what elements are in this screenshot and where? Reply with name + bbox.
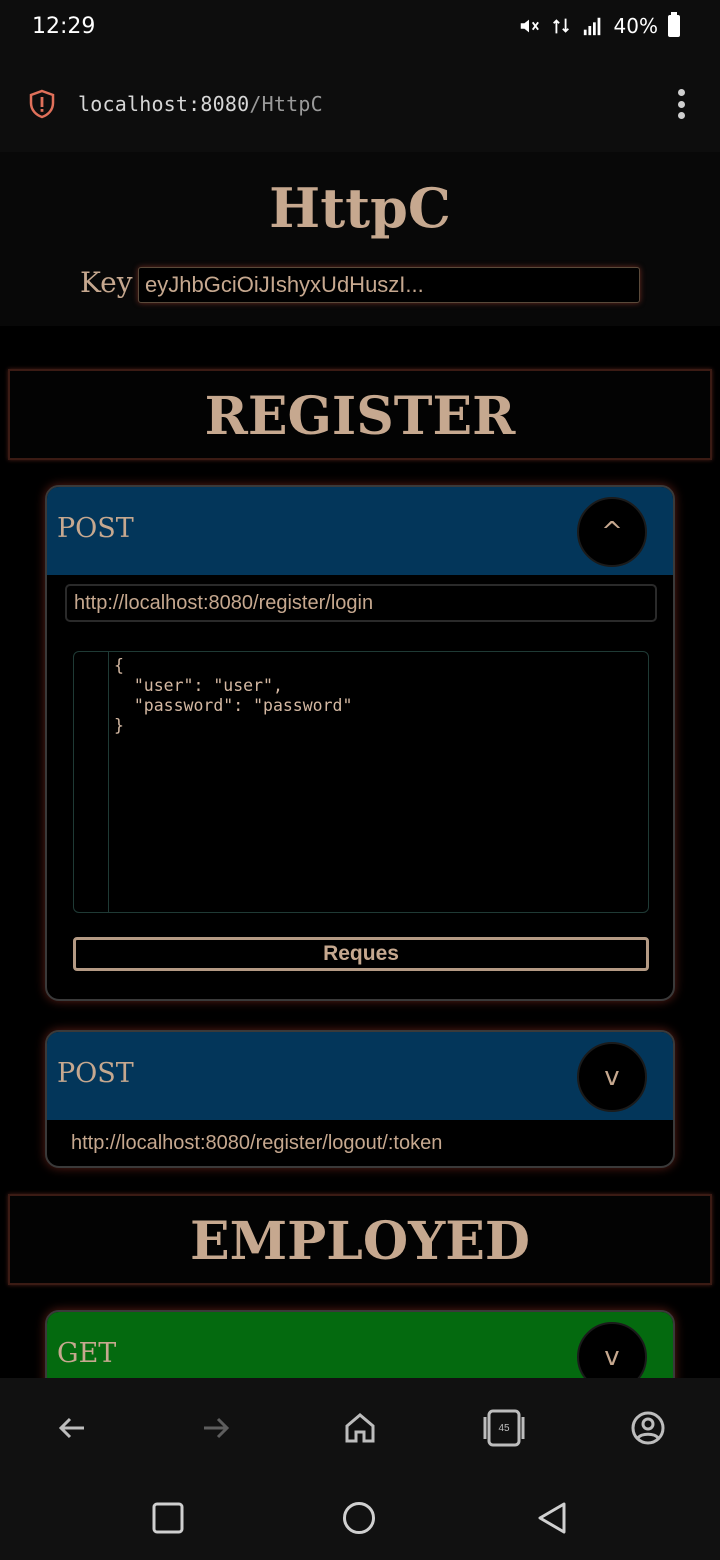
page-header: HttpC Key — [0, 152, 720, 326]
mute-icon — [520, 19, 539, 33]
tabs-icon[interactable]: 45 — [482, 1406, 526, 1450]
tab-count: 45 — [498, 1422, 510, 1434]
request-card-login: POST ^ { "user": "user", "password": "pa… — [45, 485, 675, 1001]
page-title: HttpC — [269, 176, 451, 240]
battery-percent: 40% — [613, 14, 658, 38]
battery-icon — [668, 12, 680, 37]
url-path: /HttpC — [249, 92, 323, 116]
request-body-code: { "user": "user", "password": "password"… — [114, 656, 353, 735]
endpoint-url-text: http://localhost:8080/register/logout/:t… — [71, 1132, 443, 1154]
signal-icon — [583, 17, 600, 36]
recents-icon[interactable] — [152, 1502, 184, 1534]
section-employed: EMPLOYED — [8, 1194, 712, 1285]
data-icon — [552, 18, 569, 34]
browser-url-bar: localhost:8080/HttpC — [0, 56, 720, 152]
editor-gutter — [74, 652, 109, 912]
status-bar: 12:29 40% — [0, 0, 720, 56]
home-icon[interactable] — [338, 1406, 382, 1450]
account-icon[interactable] — [626, 1406, 670, 1450]
system-nav-bar — [0, 1476, 720, 1560]
method-label: POST — [57, 1058, 134, 1089]
back-triangle-icon[interactable] — [536, 1501, 568, 1535]
browser-bottom-nav: 45 — [0, 1378, 720, 1476]
shield-alert-icon[interactable] — [28, 89, 56, 119]
status-icons: 40% — [518, 12, 680, 38]
key-label: Key — [80, 266, 133, 299]
forward-icon[interactable] — [194, 1406, 238, 1450]
request-body-editor[interactable]: { "user": "user", "password": "password"… — [73, 651, 649, 913]
more-vert-icon[interactable] — [678, 89, 686, 119]
home-circle-icon[interactable] — [342, 1501, 376, 1535]
request-button[interactable]: Reques — [73, 937, 649, 971]
card-header[interactable]: POST v — [47, 1032, 673, 1120]
status-time: 12:29 — [32, 14, 96, 39]
card-header[interactable]: POST ^ — [47, 487, 673, 575]
method-label: GET — [57, 1338, 117, 1369]
endpoint-url-input[interactable] — [65, 584, 657, 622]
expand-button[interactable]: v — [577, 1042, 647, 1112]
method-label: POST — [57, 513, 134, 544]
collapse-button[interactable]: ^ — [577, 497, 647, 567]
back-icon[interactable] — [50, 1406, 94, 1450]
section-register: REGISTER — [8, 369, 712, 460]
request-card-logout: POST v http://localhost:8080/register/lo… — [45, 1030, 675, 1168]
key-input[interactable] — [138, 267, 640, 303]
url-host: localhost:8080 — [78, 92, 250, 116]
address-field[interactable]: localhost:8080/HttpC — [78, 92, 323, 116]
